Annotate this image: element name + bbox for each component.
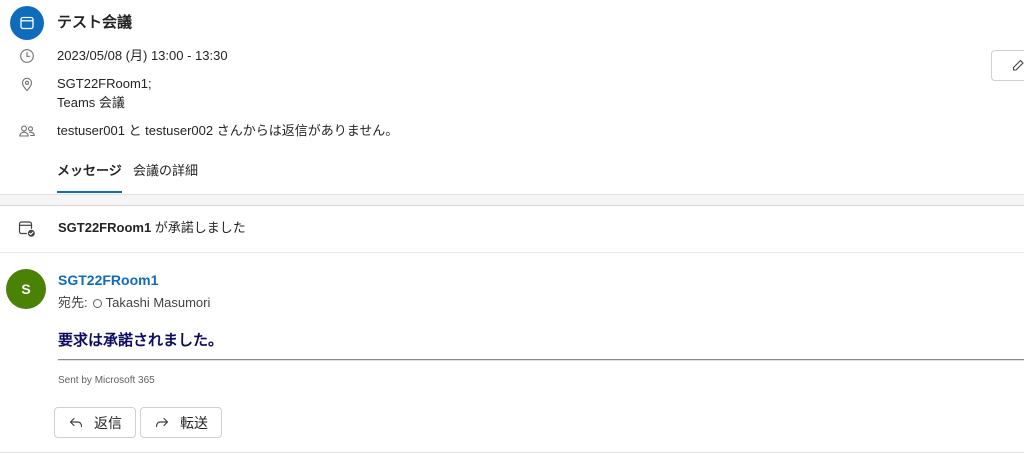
- meeting-title: テスト会議: [57, 14, 133, 31]
- forward-button[interactable]: 転送: [140, 407, 222, 438]
- body-divider: [58, 359, 1024, 361]
- forward-label: 転送: [180, 414, 208, 431]
- message-footer: Sent by Microsoft 365: [58, 375, 155, 386]
- location-icon: [19, 76, 35, 92]
- message-body: 要求は承諾されました。: [58, 332, 224, 349]
- tab-messages[interactable]: メッセージ: [57, 161, 122, 193]
- reply-label: 返信: [94, 414, 122, 431]
- attendee-response-status: testuser001 と testuser002 さんからは返信がありません。: [57, 123, 399, 138]
- reply-button[interactable]: 返信: [54, 407, 136, 438]
- recipient-line: 宛先: Takashi Masumori: [58, 294, 210, 312]
- response-status-text: が承諾しました: [151, 220, 246, 235]
- meeting-datetime: 2023/05/08 (月) 13:00 - 13:30: [57, 48, 228, 63]
- meeting-reading-pane: テスト会議 2023/05/08 (月) 13:00 - 13:30 SGT22…: [0, 0, 1024, 459]
- recipient-name[interactable]: Takashi Masumori: [106, 294, 211, 312]
- edit-button[interactable]: [991, 50, 1024, 81]
- response-sender: SGT22FRoom1: [58, 220, 152, 235]
- message-bottom-border: [0, 452, 1024, 453]
- sender-name[interactable]: SGT22FRoom1: [58, 270, 158, 290]
- section-gap: [0, 195, 1024, 205]
- forward-icon: [155, 417, 169, 427]
- clock-icon: [19, 48, 35, 64]
- meeting-location-online: Teams 会議: [57, 95, 125, 110]
- tab-meeting-details[interactable]: 会議の詳細: [133, 161, 198, 193]
- calendar-check-icon: [18, 220, 36, 238]
- pencil-icon: [1012, 59, 1024, 71]
- people-icon: [18, 123, 36, 139]
- meeting-location-room: SGT22FRoom1;: [57, 76, 152, 91]
- summary-divider: [0, 252, 1024, 253]
- presence-icon: [92, 298, 102, 308]
- response-summary: SGT22FRoom1 が承諾しました: [58, 218, 246, 238]
- panel-top-border: [0, 205, 1024, 206]
- reply-icon: [69, 417, 83, 427]
- avatar[interactable]: S: [6, 269, 46, 309]
- calendar-icon: [10, 6, 44, 40]
- to-label: 宛先:: [58, 295, 88, 310]
